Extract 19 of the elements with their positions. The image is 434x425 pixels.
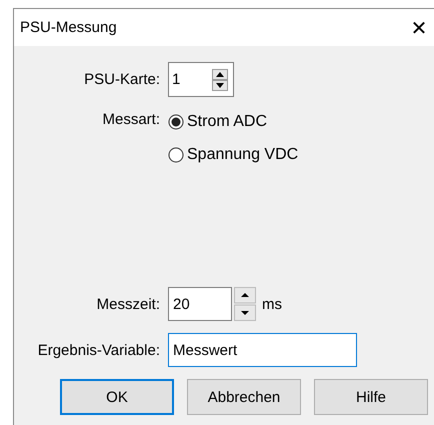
close-button[interactable]: ✕: [399, 10, 434, 44]
spin-arrows-icon[interactable]: [234, 287, 256, 321]
radio-icon[interactable]: [168, 147, 184, 163]
spin-field[interactable]: 1: [168, 62, 234, 97]
input-field[interactable]: Messwert: [168, 333, 357, 367]
dialog-button[interactable]: Hilfe: [314, 379, 428, 415]
field-label: Messart:: [101, 111, 161, 128]
radio-icon[interactable]: [168, 114, 184, 130]
dialog-button[interactable]: OK: [60, 379, 174, 415]
dialog-button[interactable]: Abbrechen: [187, 379, 301, 415]
input-field[interactable]: 20: [168, 287, 232, 321]
radio-option[interactable]: Spannung VDC: [168, 144, 298, 166]
field-label: PSU-Karte:: [83, 71, 161, 88]
field-label: Messzeit:: [96, 296, 161, 312]
spin-arrows-icon[interactable]: [212, 68, 228, 90]
field-label: Ergebnis-Variable:: [36, 342, 161, 358]
unit-label: ms: [262, 296, 282, 312]
radio-option[interactable]: Strom ADC: [168, 111, 298, 133]
window-title: PSU-Messung: [20, 19, 117, 36]
